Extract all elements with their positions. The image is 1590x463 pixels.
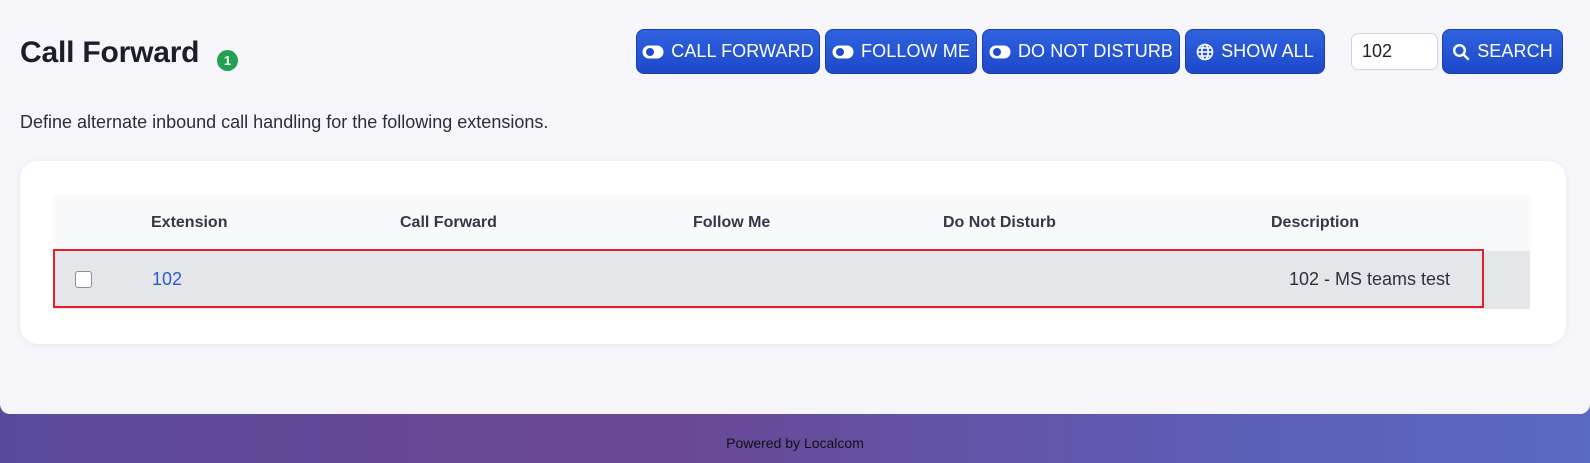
column-header-do-not-disturb: Do Not Disturb <box>943 214 1056 231</box>
search-icon <box>1452 43 1470 61</box>
show-all-button[interactable]: SHOW ALL <box>1185 29 1325 74</box>
search-button[interactable]: SEARCH <box>1442 29 1563 74</box>
column-header-follow-me: Follow Me <box>693 214 771 231</box>
row-checkbox[interactable] <box>75 271 92 288</box>
table-row[interactable]: 102 102 - MS teams test <box>54 251 1530 309</box>
main-content: Call Forward 1 CALL FORWARD FOLLOW ME DO… <box>0 0 1590 414</box>
toggle-icon <box>989 45 1011 59</box>
column-header-extension: Extension <box>151 214 228 231</box>
show-all-label: SHOW ALL <box>1221 41 1314 61</box>
page-title: Call Forward <box>20 36 200 69</box>
follow-me-label: FOLLOW ME <box>861 41 970 61</box>
extensions-table-card: Extension Call Forward Follow Me Do Not … <box>20 161 1566 344</box>
toggle-icon <box>642 45 664 59</box>
toggle-icon <box>832 45 854 59</box>
description-cell: 102 - MS teams test <box>1289 269 1451 289</box>
call-forward-button[interactable]: CALL FORWARD <box>636 29 820 74</box>
follow-me-button[interactable]: FOLLOW ME <box>825 29 977 74</box>
count-badge: 1 <box>217 50 238 71</box>
column-header-description: Description <box>1271 214 1360 231</box>
do-not-disturb-label: DO NOT DISTURB <box>1017 41 1174 61</box>
column-header-call-forward: Call Forward <box>400 214 497 231</box>
do-not-disturb-button[interactable]: DO NOT DISTURB <box>982 29 1180 74</box>
extension-link[interactable]: 102 <box>152 269 182 290</box>
call-forward-label: CALL FORWARD <box>671 41 814 61</box>
search-input[interactable] <box>1351 33 1438 70</box>
search-label: SEARCH <box>1477 41 1553 61</box>
footer-text: Powered by Localcom <box>726 435 864 451</box>
globe-icon <box>1196 43 1214 61</box>
table-header: Extension Call Forward Follow Me Do Not … <box>54 195 1530 251</box>
page-description: Define alternate inbound call handling f… <box>20 112 549 132</box>
